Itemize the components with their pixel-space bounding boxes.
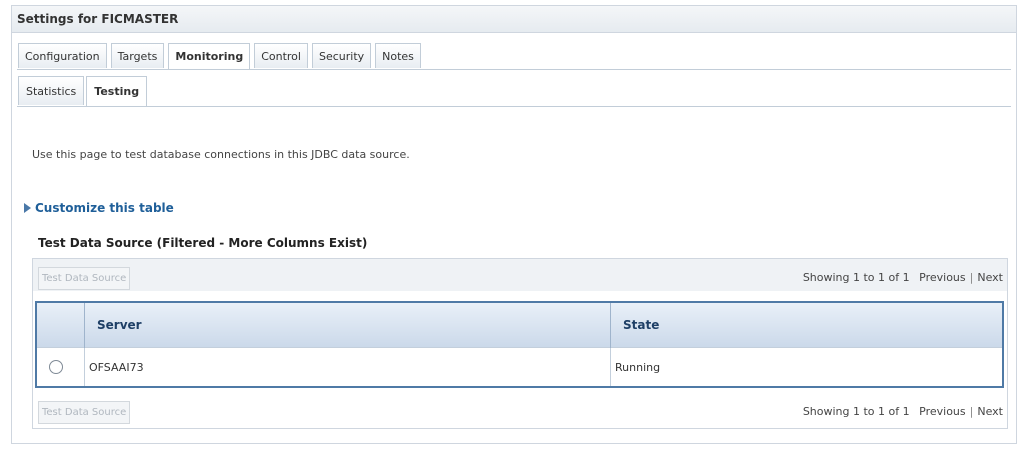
column-header-state[interactable]: State (610, 302, 1004, 348)
pager-previous[interactable]: Previous (919, 405, 966, 418)
tab-control[interactable]: Control (254, 43, 308, 68)
main-tabs: Configuration Targets Monitoring Control… (18, 43, 425, 70)
row-select-cell (36, 347, 85, 387)
tab-divider (17, 69, 1011, 70)
cell-state: Running (610, 347, 1004, 387)
tab-statistics[interactable]: Statistics (18, 76, 85, 105)
expand-triangle-icon (24, 203, 31, 213)
data-table: Server State OFSAAI73 Running (35, 301, 1004, 388)
cell-server: OFSAAI73 (84, 347, 611, 387)
pager-bottom: Showing 1 to 1 of 1 Previous | Next (803, 405, 1003, 418)
table-title: Test Data Source (Filtered - More Column… (38, 236, 368, 250)
pager-showing: Showing 1 to 1 of 1 (802, 271, 910, 284)
test-data-source-grid: Test Data Source Showing 1 to 1 of 1 Pre… (32, 258, 1008, 429)
sub-tabs: Statistics Testing (18, 76, 149, 107)
subtab-divider (17, 106, 1011, 107)
settings-panel: Settings for FICMASTER Configuration Tar… (11, 5, 1017, 444)
column-header-server[interactable]: Server (84, 302, 611, 348)
tab-testing[interactable]: Testing (86, 76, 148, 107)
tab-monitoring[interactable]: Monitoring (168, 43, 251, 70)
select-column-header (36, 302, 85, 348)
test-data-source-button-bottom[interactable]: Test Data Source (38, 401, 131, 424)
pager-separator: | (969, 271, 974, 284)
pager-separator: | (969, 405, 974, 418)
table-controls-bottom: Test Data Source Showing 1 to 1 of 1 Pre… (33, 393, 1007, 425)
pager-top: Showing 1 to 1 of 1 Previous | Next (803, 271, 1003, 284)
pager-previous[interactable]: Previous (919, 271, 966, 284)
tab-configuration[interactable]: Configuration (18, 43, 107, 68)
customize-label: Customize this table (35, 201, 174, 215)
panel-title: Settings for FICMASTER (12, 6, 1016, 33)
customize-table-link[interactable]: Customize this table (24, 201, 174, 215)
tab-targets[interactable]: Targets (110, 43, 165, 68)
table-header-row: Server State (36, 302, 1004, 348)
test-data-source-button-top[interactable]: Test Data Source (38, 267, 131, 290)
pager-next[interactable]: Next (977, 405, 1003, 418)
table-row: OFSAAI73 Running (36, 347, 1004, 387)
table-controls-top: Test Data Source Showing 1 to 1 of 1 Pre… (33, 259, 1007, 291)
tab-security[interactable]: Security (311, 43, 372, 68)
pager-next[interactable]: Next (977, 271, 1003, 284)
row-radio-button[interactable] (49, 360, 63, 374)
tab-notes[interactable]: Notes (375, 43, 421, 68)
pager-showing: Showing 1 to 1 of 1 (802, 405, 910, 418)
intro-text: Use this page to test database connectio… (32, 148, 410, 161)
